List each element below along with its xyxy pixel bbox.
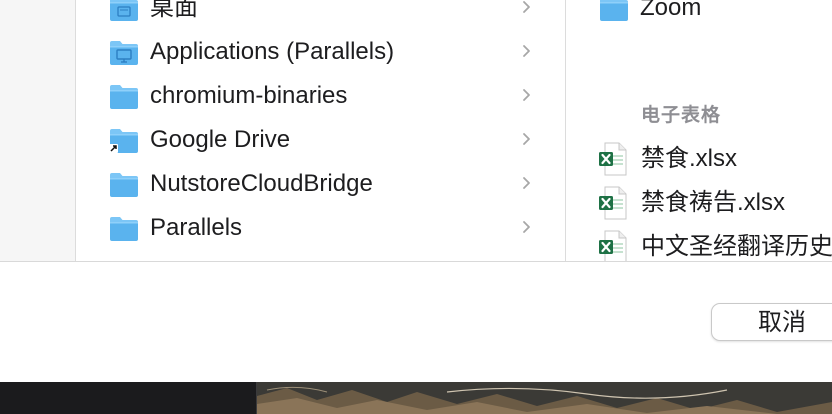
list-item-label: Google Drive xyxy=(150,126,291,153)
chevron-right-icon xyxy=(521,171,533,195)
folder-icon xyxy=(108,212,140,244)
list-item-label: Zoom xyxy=(640,0,702,21)
list-item-file[interactable]: 中文圣经翻译历史 xyxy=(566,225,832,261)
list-item-label: 中文圣经翻译历史 xyxy=(641,233,832,260)
dark-window-edge xyxy=(0,382,257,414)
chevron-right-icon xyxy=(521,83,533,107)
list-item-chromium-binaries[interactable]: chromium-binaries xyxy=(76,74,565,118)
list-item-label: NutstoreCloudBridge xyxy=(150,170,373,197)
excel-file-icon xyxy=(598,230,628,261)
section-header-spreadsheets: 电子表格 xyxy=(641,105,722,126)
chevron-right-icon xyxy=(521,0,533,19)
alias-folder-icon xyxy=(109,124,140,153)
list-item-label: chromium-binaries xyxy=(150,82,348,109)
list-item-desktop[interactable]: 桌面 xyxy=(76,0,565,30)
column-1: 桌面 Applications (Parallels) chromium-bin… xyxy=(76,0,565,261)
chevron-right-icon xyxy=(521,39,533,63)
cancel-button[interactable]: 取消 xyxy=(711,303,832,341)
desktop-background xyxy=(0,382,832,414)
list-item-file[interactable]: 禁食祷告.xlsx xyxy=(566,181,832,225)
chevron-right-icon xyxy=(521,127,533,151)
applications-folder-icon xyxy=(108,36,140,68)
excel-file-icon xyxy=(598,186,628,220)
chevron-right-icon xyxy=(521,215,533,239)
folder-icon xyxy=(108,80,140,112)
desktop-folder-icon xyxy=(108,0,140,24)
folder-icon xyxy=(598,0,630,24)
list-item-parallels[interactable]: Parallels xyxy=(76,206,565,250)
list-item-applications-parallels[interactable]: Applications (Parallels) xyxy=(76,30,565,74)
list-item-label: 桌面 xyxy=(150,0,198,21)
list-item-zoom[interactable]: Zoom xyxy=(566,0,832,30)
list-item-nutstorecloudbridge[interactable]: NutstoreCloudBridge xyxy=(76,162,565,206)
folder-icon xyxy=(108,168,140,200)
landscape-wallpaper xyxy=(257,382,832,414)
list-item-label: Parallels xyxy=(150,214,243,241)
list-item-label: Applications (Parallels) xyxy=(150,38,395,65)
file-browser: 桌面 Applications (Parallels) chromium-bin… xyxy=(0,0,832,261)
list-item-file[interactable]: 禁食.xlsx xyxy=(566,137,832,181)
list-item-label: 禁食祷告.xlsx xyxy=(641,189,785,216)
dialog-footer: 取消 xyxy=(0,261,832,383)
column-2: Zoom 电子表格 禁食.xlsx 禁食祷告.xlsx 中文圣经翻译历史 xyxy=(566,0,832,261)
excel-file-icon xyxy=(598,142,628,176)
sidebar-gutter xyxy=(0,0,76,261)
list-item-google-drive[interactable]: Google Drive xyxy=(76,118,565,162)
list-item-label: 禁食.xlsx xyxy=(641,145,737,172)
